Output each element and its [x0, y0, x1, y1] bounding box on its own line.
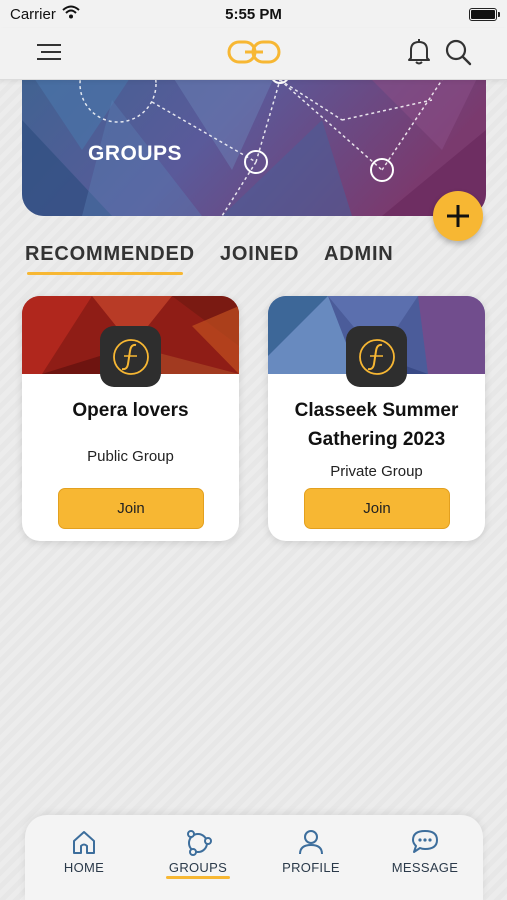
group-name: Opera lovers: [72, 400, 189, 421]
chain-link-logo[interactable]: [226, 36, 282, 68]
carrier-label: Carrier: [10, 5, 56, 23]
group-card-opera-lovers[interactable]: Opera lovers Public Group Join: [22, 296, 239, 541]
group-privacy: Public Group: [87, 448, 174, 465]
group-card-classeek-summer[interactable]: Classeek Summer Gathering 2023 Private G…: [268, 296, 485, 541]
status-left: Carrier: [10, 5, 80, 23]
add-group-button[interactable]: [433, 191, 483, 241]
join-button[interactable]: Join: [58, 488, 204, 529]
bell-icon[interactable]: [403, 36, 435, 68]
tabbar-groups[interactable]: GROUPS: [153, 815, 243, 900]
message-icon: [410, 827, 440, 857]
tabbar-home[interactable]: HOME: [39, 815, 129, 900]
status-bar: Carrier 5:55 PM: [0, 0, 507, 28]
search-icon[interactable]: [442, 36, 474, 68]
tabbar-label: PROFILE: [282, 860, 340, 875]
profile-icon: [296, 827, 326, 857]
tabbar-label: MESSAGE: [391, 860, 459, 875]
hamburger-menu-icon[interactable]: [34, 36, 66, 68]
tabbar-label: GROUPS: [168, 860, 228, 875]
group-privacy: Private Group: [330, 463, 423, 480]
groups-icon: [183, 827, 213, 857]
banner-network-background: [22, 60, 486, 216]
active-tab-indicator: [27, 272, 183, 275]
classeek-logo-icon: [346, 326, 407, 387]
tabbar-label: HOME: [63, 860, 105, 875]
home-icon: [69, 827, 99, 857]
tabbar-profile[interactable]: PROFILE: [266, 815, 356, 900]
tabbar-message[interactable]: MESSAGE: [380, 815, 470, 900]
top-nav: [0, 28, 507, 80]
active-tabbar-indicator: [166, 876, 230, 879]
tab-admin[interactable]: ADMIN: [324, 243, 394, 266]
group-name: Classeek Summer Gathering 2023: [294, 400, 459, 450]
tab-joined[interactable]: JOINED: [220, 243, 299, 266]
plus-icon: [447, 205, 469, 227]
join-button[interactable]: Join: [304, 488, 450, 529]
groups-banner: GROUPS: [22, 60, 486, 216]
tab-recommended[interactable]: RECOMMENDED: [25, 243, 195, 266]
wifi-icon: [62, 5, 80, 23]
battery-icon: [469, 7, 500, 21]
banner-title: GROUPS: [88, 142, 183, 165]
classeek-logo-icon: [100, 326, 161, 387]
bottom-tab-bar: HOME GROUPS PROFILE MESSAGE: [25, 815, 483, 900]
